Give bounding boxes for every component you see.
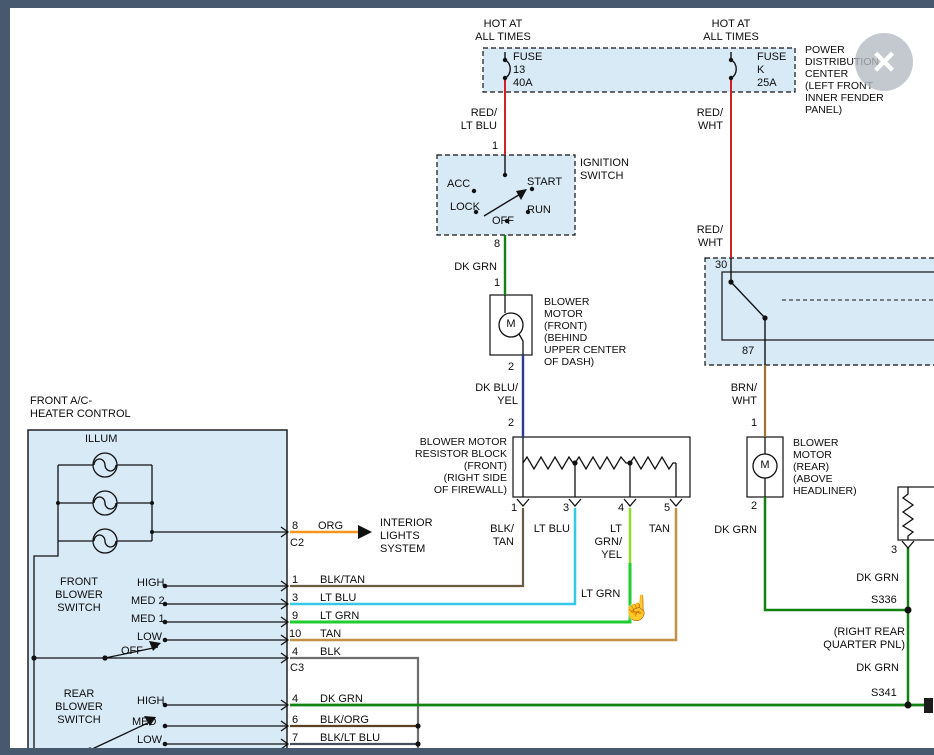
front-blower-switch-label: FRONT BLOWER SWITCH	[48, 576, 110, 615]
ignition-switch-label: IGNITION SWITCH	[580, 157, 629, 183]
ignition-start-label: START	[527, 176, 562, 189]
cursor-hand-icon: ☝	[622, 594, 652, 623]
interior-lights-system-label: INTERIOR LIGHTS SYSTEM	[380, 517, 433, 556]
pin-label-rear-motor-2: 2	[751, 500, 757, 513]
splice-label-s341: S341	[871, 687, 897, 700]
pin-label-rear-resistor-3: 3	[891, 544, 897, 557]
pin-label-relay-87: 87	[742, 345, 754, 358]
fuse-k-label: FUSE K 25A	[757, 51, 786, 90]
viewer-frame-left	[0, 0, 10, 755]
wire-label-tan: TAN	[640, 523, 670, 536]
wire-continuation-stub	[924, 698, 933, 713]
wire-label-red-wht-2: RED/ WHT	[660, 224, 723, 250]
rear-motor-m-label: M	[757, 459, 773, 472]
wire-label-red-wht-1: RED/ WHT	[660, 107, 723, 133]
wire-label-dk-blu-yel: DK BLU/ YEL	[458, 382, 518, 408]
ignition-off-label: OFF	[492, 215, 514, 228]
rear-blower-motor-label: BLOWER MOTOR (REAR) (ABOVE HEADLINER)	[793, 437, 857, 497]
front-switch-med2-label: MED 2	[131, 595, 165, 608]
wire-label-blk-org: BLK/ORG	[320, 714, 369, 727]
fuse-13-label: FUSE 13 40A	[513, 51, 542, 90]
wire-label-lt-grn-2: LT GRN	[320, 610, 359, 623]
rear-switch-med-label: MED	[132, 716, 156, 729]
splice-label-s336: S336	[871, 594, 897, 607]
wire-label-tan-2: TAN	[320, 628, 341, 641]
ignition-acc-label: ACC	[447, 178, 470, 191]
pin-label-resistor-3: 3	[563, 502, 569, 515]
wire-label-blk: BLK	[320, 646, 341, 659]
hot-at-all-times-right-label: HOT AT ALL TIMES	[686, 18, 776, 44]
front-switch-med1-label: MED 1	[131, 613, 165, 626]
pin-label-resistor-5: 5	[664, 502, 670, 515]
illum-label: ILLUM	[85, 433, 117, 446]
ignition-lock-label: LOCK	[450, 201, 480, 214]
wire-label-lt-grn-mid: LT GRN	[581, 588, 620, 601]
pin-label-rear-7: 7	[292, 732, 298, 745]
interior-lights-arrow-icon	[358, 525, 372, 539]
wire-label-blk-tan: BLK/ TAN	[478, 523, 514, 549]
wire-label-brn-wht: BRN/ WHT	[700, 382, 757, 408]
wire-label-lt-grn-yel: LT GRN/ YEL	[594, 523, 622, 562]
wire-label-dk-grn-1: DK GRN	[440, 261, 497, 274]
pin-label-front-motor-2: 2	[508, 361, 514, 374]
connector-label-c2: C2	[290, 537, 304, 550]
pin-label-c3-9: 9	[292, 610, 298, 623]
hot-at-all-times-left-label: HOT AT ALL TIMES	[458, 18, 548, 44]
pin-label-resistor-4: 4	[618, 502, 624, 515]
wiring-diagram-viewer: HOT AT ALL TIMES HOT AT ALL TIMES FUSE 1…	[0, 0, 934, 755]
pin-label-c3-10: 10	[289, 628, 301, 641]
close-button[interactable]: ×	[855, 33, 913, 91]
wire-label-dk-grn-3: DK GRN	[843, 572, 899, 585]
wire-label-lt-blu-2: LT BLU	[320, 592, 356, 605]
resistor-block-label: BLOWER MOTOR RESISTOR BLOCK (FRONT) (RIG…	[405, 436, 507, 496]
pin-label-rear-4: 4	[292, 693, 298, 706]
pin-label-relay-30: 30	[715, 259, 727, 272]
wire-label-org: ORG	[318, 520, 343, 533]
connector-label-c3: C3	[290, 662, 304, 675]
wire-label-red-ltblu: RED/ LT BLU	[432, 107, 497, 133]
pin-label-front-motor-1: 1	[494, 277, 500, 290]
front-switch-off-label: OFF	[121, 645, 143, 658]
pin-label-ignition-8: 8	[494, 238, 500, 251]
pin-label-ignition-1: 1	[492, 140, 498, 153]
pin-label-rear-6: 6	[292, 714, 298, 727]
viewer-frame-bottom	[0, 748, 934, 755]
front-switch-low-label: LOW	[137, 631, 162, 644]
rear-switch-low-label: LOW	[137, 734, 162, 747]
wire-label-dk-grn-4: DK GRN	[843, 662, 899, 675]
pin-label-resistor-2: 2	[508, 417, 514, 430]
rear-resistor-box	[898, 487, 934, 540]
ignition-run-label: RUN	[527, 204, 551, 217]
viewer-frame-top	[0, 0, 934, 8]
wire-label-blk-tan-2: BLK/TAN	[320, 574, 365, 587]
close-icon: ×	[872, 40, 895, 85]
pin-label-c3-4: 4	[292, 646, 298, 659]
wire-label-dk-grn-5: DK GRN	[320, 693, 363, 706]
rear-switch-high-label: HIGH	[137, 695, 165, 708]
front-blower-motor-label: BLOWER MOTOR (FRONT) (BEHIND UPPER CENTE…	[544, 296, 626, 368]
front-ac-heater-control-label: FRONT A/C- HEATER CONTROL	[30, 395, 131, 421]
front-motor-m-label: M	[503, 318, 519, 331]
wire-label-dk-grn-2: DK GRN	[700, 524, 757, 537]
rear-blower-switch-label: REAR BLOWER SWITCH	[48, 688, 110, 727]
pin-label-c3-1: 1	[292, 574, 298, 587]
pin-label-c2-8: 8	[292, 520, 298, 533]
pin-label-rear-motor-1: 1	[751, 417, 757, 430]
front-switch-high-label: HIGH	[137, 577, 165, 590]
pin-label-resistor-1: 1	[511, 502, 517, 515]
wire-label-lt-blu: LT BLU	[528, 523, 570, 536]
pin-label-c3-3: 3	[292, 592, 298, 605]
wire-label-blk-lt-blu: BLK/LT BLU	[320, 732, 380, 745]
right-rear-quarter-label: (RIGHT REAR QUARTER PNL)	[804, 626, 905, 652]
